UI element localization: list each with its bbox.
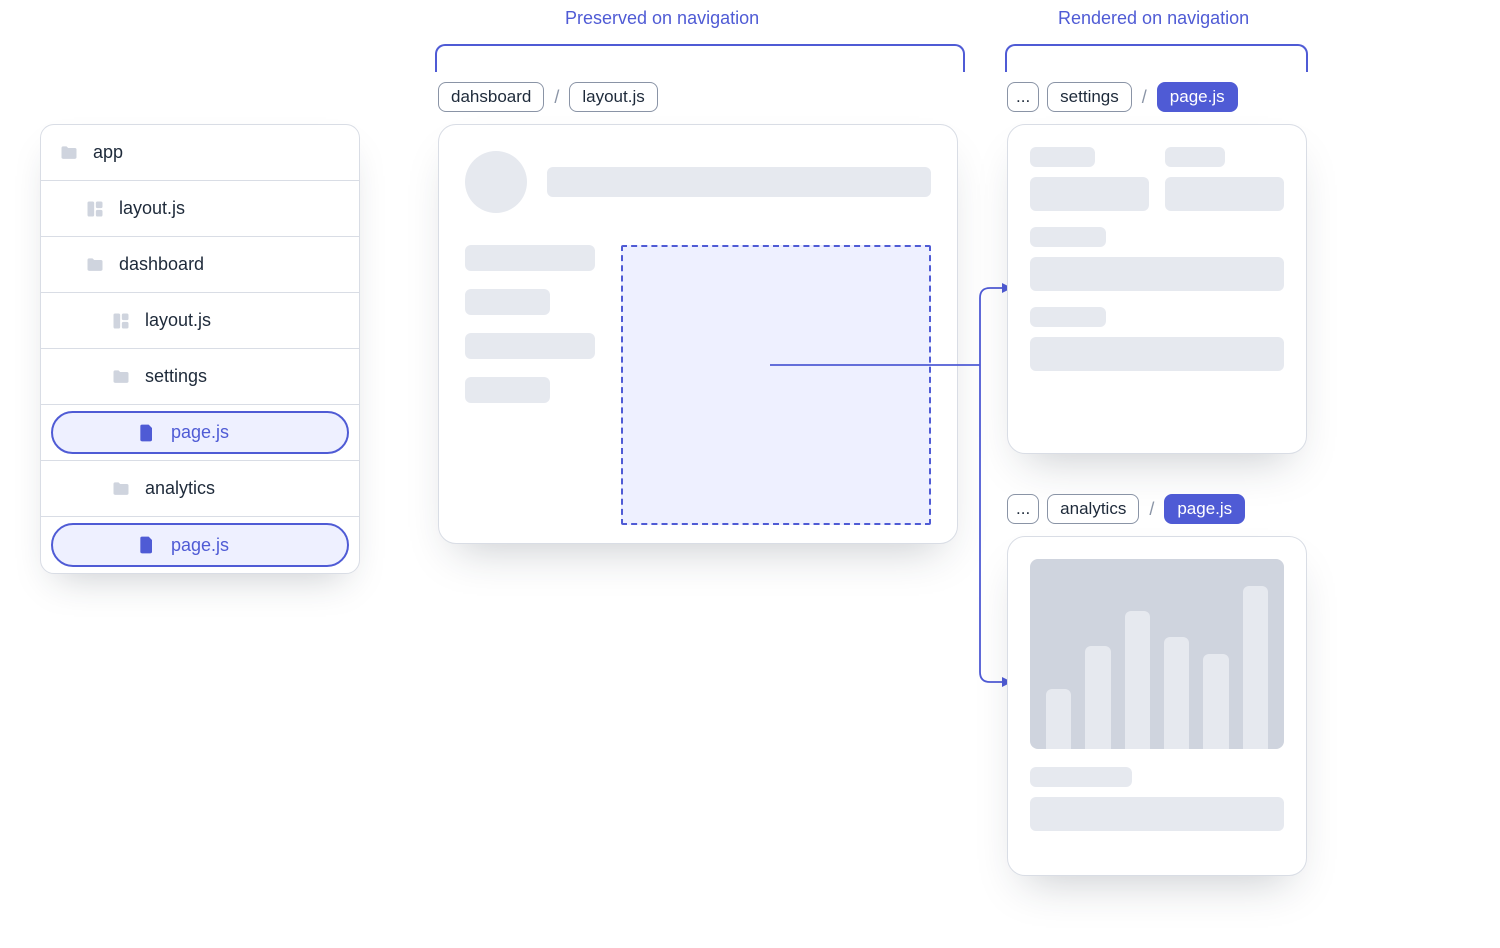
- file-tree-item: analytics: [41, 461, 359, 517]
- analytics-wireframe: [1007, 536, 1307, 876]
- file-tree-root-label: app: [93, 142, 123, 163]
- chart-bar: [1085, 646, 1110, 749]
- breadcrumb-settings: ... settings / page.js: [1007, 82, 1238, 112]
- file-label: analytics: [145, 478, 215, 499]
- breadcrumb-segment: dahsboard: [438, 82, 544, 112]
- folder-icon: [85, 255, 105, 275]
- layout-icon: [111, 311, 131, 331]
- breadcrumb-segment-active: page.js: [1157, 82, 1238, 112]
- chart-bar: [1243, 586, 1268, 749]
- breadcrumb-segment: settings: [1047, 82, 1132, 112]
- wireframe-text: [1030, 797, 1284, 831]
- layout-icon: [85, 199, 105, 219]
- folder-icon: [111, 479, 131, 499]
- file-tree-item: settings: [41, 349, 359, 405]
- breadcrumb-segment: analytics: [1047, 494, 1139, 524]
- chart-bar: [1203, 654, 1228, 749]
- breadcrumb-separator: /: [1149, 499, 1154, 520]
- breadcrumb-ellipsis: ...: [1007, 494, 1039, 524]
- file-label: layout.js: [145, 310, 211, 331]
- file-tree-item-selected: page.js: [41, 405, 359, 461]
- wireframe-title: [547, 167, 931, 197]
- chart-bar: [1046, 689, 1071, 749]
- wireframe-text: [1030, 767, 1132, 787]
- file-tree: app layout.js dashboard layout.js settin…: [40, 124, 360, 574]
- file-label: dashboard: [119, 254, 204, 275]
- breadcrumb-separator: /: [554, 87, 559, 108]
- file-tree-item-selected: page.js: [41, 517, 359, 573]
- chart-bar: [1125, 611, 1150, 749]
- bracket-rendered: [1005, 44, 1308, 72]
- chart-bar: [1164, 637, 1189, 749]
- layout-wireframe: [438, 124, 958, 544]
- page-icon: [137, 423, 157, 443]
- wireframe-nav-item: [465, 289, 550, 315]
- layout-children-slot: [621, 245, 931, 525]
- wireframe-nav-item: [465, 377, 550, 403]
- analytics-bar-chart: [1030, 559, 1284, 749]
- settings-wireframe: [1007, 124, 1307, 454]
- wireframe-nav-item: [465, 245, 595, 271]
- section-label-preserved: Preserved on navigation: [565, 8, 759, 29]
- wireframe-avatar: [465, 151, 527, 213]
- breadcrumb-segment-active: page.js: [1164, 494, 1245, 524]
- folder-icon: [111, 367, 131, 387]
- wireframe-nav-item: [465, 333, 595, 359]
- breadcrumb-layout: dahsboard / layout.js: [438, 82, 658, 112]
- page-icon: [137, 535, 157, 555]
- breadcrumb-ellipsis: ...: [1007, 82, 1039, 112]
- file-tree-item: layout.js: [41, 181, 359, 237]
- file-tree-root: app: [41, 125, 359, 181]
- file-label: layout.js: [119, 198, 185, 219]
- file-tree-item: layout.js: [41, 293, 359, 349]
- file-tree-item: dashboard: [41, 237, 359, 293]
- file-label: settings: [145, 366, 207, 387]
- file-label: page.js: [171, 422, 229, 443]
- breadcrumb-segment: layout.js: [569, 82, 657, 112]
- breadcrumb-analytics: ... analytics / page.js: [1007, 494, 1245, 524]
- section-label-rendered: Rendered on navigation: [1058, 8, 1249, 29]
- breadcrumb-separator: /: [1142, 87, 1147, 108]
- folder-icon: [59, 143, 79, 163]
- file-label: page.js: [171, 535, 229, 556]
- wireframe-sidebar: [465, 245, 595, 517]
- bracket-preserved: [435, 44, 965, 72]
